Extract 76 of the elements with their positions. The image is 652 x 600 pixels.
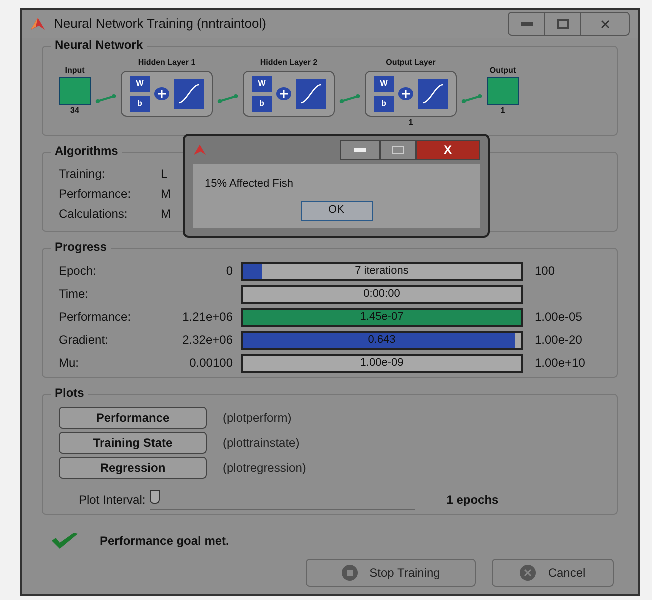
- layer-label: Hidden Layer 1: [138, 59, 196, 67]
- terminal-label: Input: [65, 67, 85, 75]
- weight-block: W: [130, 76, 150, 92]
- algorithm-label: Performance:: [59, 186, 132, 203]
- panel-title: Progress: [51, 241, 112, 253]
- bar-text: 0.643: [368, 334, 396, 346]
- interval-reading: 1 epochs: [446, 492, 499, 509]
- close-button[interactable]: X: [416, 140, 480, 160]
- window-title: Neural Network Training (nntraintool): [54, 15, 266, 34]
- weight-block: W: [252, 76, 272, 92]
- transfer-function-icon: [296, 79, 326, 109]
- slider-track[interactable]: [150, 490, 415, 510]
- plot-interval-label: Plot Interval:: [79, 492, 146, 509]
- app-logo-icon: [30, 17, 46, 31]
- progress-label: Performance:: [59, 309, 132, 326]
- close-icon: [600, 20, 610, 28]
- sum-icon: [276, 87, 292, 101]
- layer-size: 1: [408, 119, 414, 127]
- terminal-block: [59, 77, 91, 105]
- minimize-button[interactable]: [340, 140, 380, 160]
- end-value: 1.00e-05: [534, 309, 582, 326]
- terminal-label: Output: [490, 67, 516, 75]
- panel-title: Algorithms: [51, 145, 122, 157]
- app-logo-icon: [193, 144, 207, 156]
- bar-text: 7 iterations: [355, 266, 409, 276]
- slider-thumb[interactable]: [150, 490, 160, 504]
- end-value: 1.00e-20: [534, 332, 582, 349]
- bias-block: b: [252, 96, 272, 112]
- plot-function: (plotregression): [223, 460, 306, 477]
- layer-label: Hidden Layer 2: [260, 59, 318, 67]
- progress-label: Gradient:: [59, 332, 110, 349]
- connector-icon: [461, 94, 483, 104]
- maximize-button[interactable]: [380, 140, 416, 160]
- progress-label: Mu:: [59, 355, 80, 372]
- action-button[interactable]: Cancel: [492, 559, 614, 587]
- ok-button[interactable]: OK: [300, 200, 372, 220]
- algorithm-value: L: [161, 166, 168, 183]
- algorithm-label: Calculations:: [59, 206, 129, 223]
- algorithm-value: M: [161, 206, 171, 223]
- end-value: 1.00e+10: [534, 355, 586, 372]
- algorithm-label: Training:: [59, 166, 106, 183]
- progress-label: Time:: [59, 286, 90, 303]
- progress-label: Epoch:: [59, 263, 98, 280]
- terminal-size: 1: [500, 107, 506, 115]
- connector-icon: [95, 94, 117, 104]
- connector-icon: [339, 94, 361, 104]
- action-button[interactable]: Stop Training: [306, 559, 476, 587]
- bar-text: 1.45e-07: [360, 312, 404, 322]
- terminal-size: 34: [70, 107, 80, 115]
- connector-icon: [217, 94, 239, 104]
- transfer-function-icon: [174, 79, 204, 109]
- plot-function: (plotperform): [223, 410, 292, 427]
- sum-icon: [154, 87, 170, 101]
- stop-icon: [342, 565, 358, 581]
- panel-title: Plots: [51, 387, 88, 399]
- start-value: 2.32e+06: [182, 332, 234, 349]
- algorithm-value: M: [161, 186, 171, 203]
- plot-button[interactable]: Training State: [59, 432, 207, 454]
- terminal-block: [487, 77, 519, 105]
- plot-button[interactable]: Performance: [59, 407, 207, 429]
- dialog-message: 15% Affected Fish: [205, 177, 294, 192]
- status-message: Performance goal met.: [100, 533, 230, 550]
- sum-icon: [398, 87, 414, 101]
- cancel-icon: [520, 565, 536, 581]
- end-value: 100: [534, 263, 556, 280]
- start-value: 0.00100: [188, 355, 234, 372]
- start-value: 1.21e+06: [182, 309, 234, 326]
- panel-title: Neural Network: [51, 39, 148, 51]
- transfer-function-icon: [418, 79, 448, 109]
- bias-block: b: [374, 96, 394, 112]
- weight-block: W: [374, 76, 394, 92]
- bias-block: b: [130, 96, 150, 112]
- start-value: 0: [225, 263, 234, 280]
- plot-button[interactable]: Regression: [59, 457, 207, 479]
- plot-function: (plottrainstate): [223, 435, 300, 452]
- layer-label: Output Layer: [386, 59, 436, 67]
